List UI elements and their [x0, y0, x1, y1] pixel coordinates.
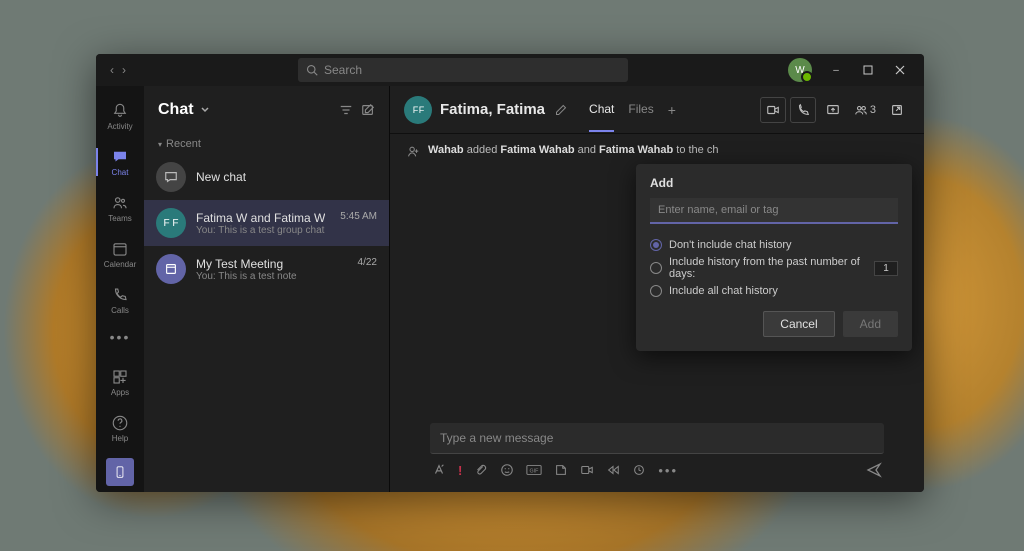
system-message: Wahab added Fatima Wahab and Fatima Waha…: [406, 144, 908, 159]
person-add-icon: [406, 145, 420, 159]
phone-icon: [111, 286, 129, 304]
add-people-input[interactable]: [650, 198, 898, 224]
chat-list-header: Chat: [144, 86, 389, 134]
close-button[interactable]: [884, 54, 916, 86]
section-recent[interactable]: ▾ Recent: [144, 134, 389, 154]
message-input[interactable]: Type a new message: [430, 423, 884, 454]
chat-list-title: Chat: [158, 101, 194, 119]
video-icon: [766, 103, 780, 117]
history-option-days[interactable]: Include history from the past number of …: [650, 256, 898, 280]
meet-now-icon[interactable]: [580, 463, 594, 477]
popout-icon: [890, 103, 904, 117]
conversation-new-chat[interactable]: New chat: [144, 154, 389, 200]
radio-checked-icon: [650, 239, 662, 251]
phone-icon: [796, 103, 810, 117]
teams-icon: [111, 194, 129, 212]
titlebar: ‹ › Search W ‒: [96, 54, 924, 86]
minimize-button[interactable]: ‒: [820, 54, 852, 86]
add-button[interactable]: Add: [843, 311, 898, 337]
format-icon[interactable]: [432, 463, 446, 477]
stream-icon[interactable]: [606, 463, 620, 477]
attach-icon[interactable]: [474, 463, 488, 477]
video-call-button[interactable]: [760, 97, 786, 123]
apps-icon: [111, 368, 129, 386]
history-option-none[interactable]: Don't include chat history: [650, 239, 898, 251]
rail-mobile-button[interactable]: [106, 458, 134, 486]
svg-text:GIF: GIF: [530, 469, 540, 475]
radio-unchecked-icon: [650, 285, 662, 297]
edit-title-icon[interactable]: [555, 104, 567, 116]
popout-button[interactable]: [884, 97, 910, 123]
tab-chat[interactable]: Chat: [589, 102, 614, 132]
send-button[interactable]: [866, 462, 882, 478]
profile-avatar[interactable]: W: [788, 58, 812, 82]
add-people-popup: Add Don't include chat history Include h…: [636, 164, 912, 351]
teams-window: ‹ › Search W ‒ Activity: [96, 54, 924, 492]
rail-item-activity[interactable]: Activity: [96, 94, 144, 138]
chat-title: Fatima, Fatima: [440, 101, 545, 118]
cancel-button[interactable]: Cancel: [763, 311, 834, 337]
compose-area: Type a new message ! GIF •••: [390, 415, 924, 492]
chat-group-avatar: F F: [404, 96, 432, 124]
rail-item-chat[interactable]: Chat: [96, 140, 144, 184]
more-icon: •••: [110, 329, 131, 345]
share-screen-button[interactable]: [820, 97, 846, 123]
search-input[interactable]: Search: [298, 58, 628, 82]
filter-icon[interactable]: [339, 103, 353, 117]
search-placeholder: Search: [324, 63, 362, 77]
rail-item-more[interactable]: •••: [96, 324, 144, 350]
rail-item-apps[interactable]: Apps: [96, 360, 144, 404]
nav-forward-icon[interactable]: ›: [122, 63, 126, 77]
meeting-avatar-icon: [156, 254, 186, 284]
rail-item-help[interactable]: Help: [96, 406, 144, 450]
conversation-item[interactable]: F F Fatima W and Fatima W 5:45 AM You: T…: [144, 200, 389, 246]
group-avatar-icon: F F: [156, 208, 186, 238]
participants-button[interactable]: 3: [850, 103, 880, 117]
calendar-icon: [111, 240, 129, 258]
nav-back-icon[interactable]: ‹: [110, 63, 114, 77]
send-icon: [866, 462, 882, 478]
new-chat-icon[interactable]: [361, 103, 375, 117]
days-input[interactable]: [874, 261, 898, 276]
help-icon: [111, 414, 129, 432]
search-icon: [306, 64, 318, 76]
people-icon: [854, 103, 868, 117]
priority-icon[interactable]: !: [458, 463, 462, 478]
rail-item-teams[interactable]: Teams: [96, 186, 144, 230]
caret-down-icon: ▾: [158, 140, 162, 149]
chat-icon: [111, 148, 129, 166]
maximize-button[interactable]: [852, 54, 884, 86]
popup-title: Add: [650, 176, 898, 190]
more-actions-icon[interactable]: •••: [658, 463, 678, 478]
history-option-all[interactable]: Include all chat history: [650, 285, 898, 297]
new-chat-avatar-icon: [156, 162, 186, 192]
chat-list-panel: Chat ▾ Recent New chat: [144, 86, 390, 492]
tab-files[interactable]: Files: [628, 102, 653, 132]
chat-main-panel: F F Fatima, Fatima Chat Files +: [390, 86, 924, 492]
audio-call-button[interactable]: [790, 97, 816, 123]
emoji-icon[interactable]: [500, 463, 514, 477]
bell-icon: [111, 102, 129, 120]
chevron-down-icon[interactable]: [200, 105, 210, 115]
add-tab-button[interactable]: +: [668, 102, 676, 118]
rail-item-calendar[interactable]: Calendar: [96, 232, 144, 276]
gif-icon[interactable]: GIF: [526, 463, 542, 477]
chat-header: F F Fatima, Fatima Chat Files +: [390, 86, 924, 134]
mobile-icon: [113, 465, 127, 479]
maximize-icon: [863, 65, 873, 75]
approvals-icon[interactable]: [632, 463, 646, 477]
radio-unchecked-icon: [650, 262, 662, 274]
sticker-icon[interactable]: [554, 463, 568, 477]
share-icon: [826, 103, 840, 117]
close-icon: [895, 65, 905, 75]
rail-item-calls[interactable]: Calls: [96, 278, 144, 322]
conversation-item[interactable]: My Test Meeting 4/22 You: This is a test…: [144, 246, 389, 292]
app-rail: Activity Chat Teams Calendar Calls •••: [96, 86, 144, 492]
